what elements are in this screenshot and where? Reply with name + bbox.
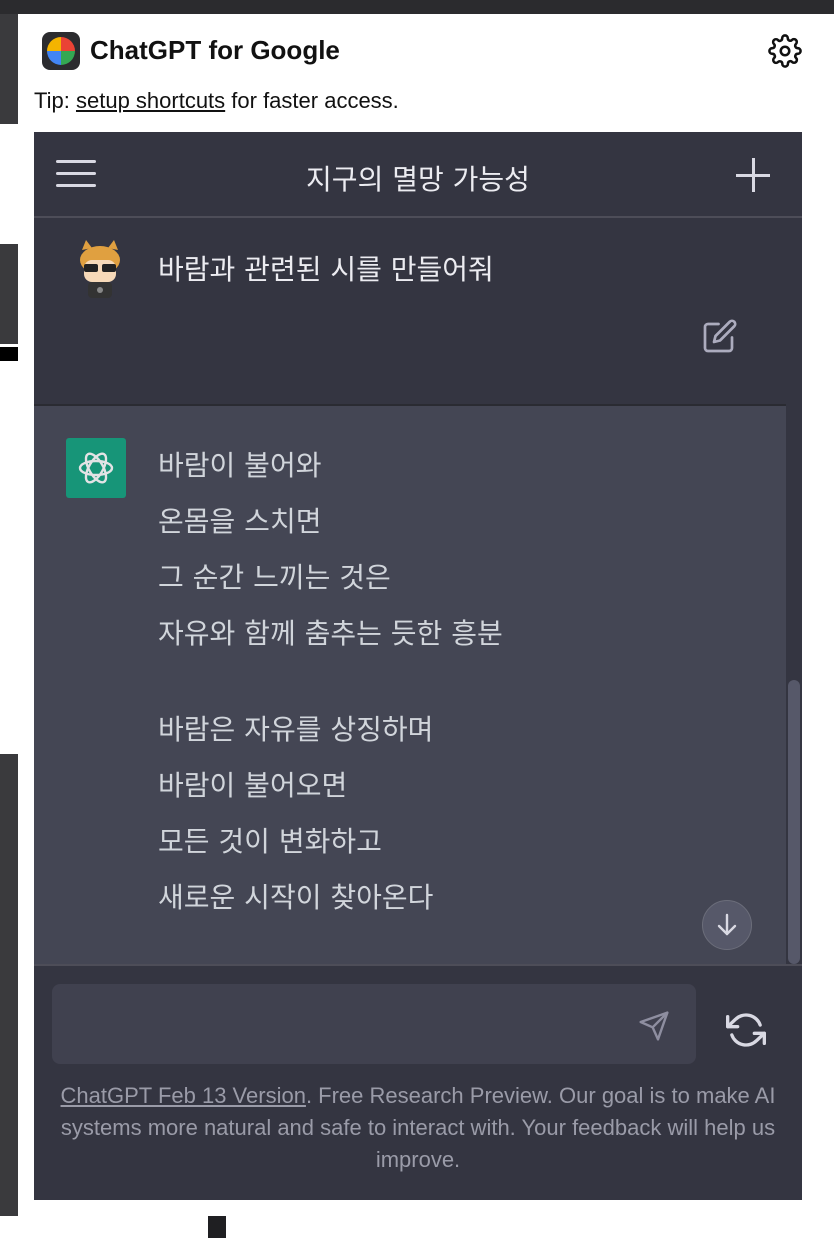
- assistant-message-text: 바람이 불어와 온몸을 스치면 그 순간 느끼는 것은 자유와 함께 춤추는 듯…: [158, 446, 503, 934]
- poem-line: 그 순간 느끼는 것은: [158, 561, 391, 594]
- poem-line: 자유와 함께 춤추는 듯한 흥분: [158, 617, 503, 650]
- message-input-box[interactable]: [52, 984, 696, 1064]
- version-link[interactable]: ChatGPT Feb 13 Version: [61, 1083, 306, 1108]
- user-message-text: 바람과 관련된 시를 만들어줘: [158, 253, 494, 286]
- popup-header: ChatGPT for Google: [42, 32, 802, 72]
- assistant-message-row: 바람이 불어와 온몸을 스치면 그 순간 느끼는 것은 자유와 함께 춤추는 듯…: [34, 404, 786, 966]
- openai-logo-icon: [66, 438, 126, 498]
- user-message-row: 바람과 관련된 시를 만들어줘: [34, 218, 802, 404]
- poem-line: 바람이 불어오면: [158, 769, 348, 802]
- browser-chrome-top: [0, 0, 834, 14]
- refresh-icon[interactable]: [726, 1010, 766, 1050]
- poem-line: 모든 것이 변화하고: [158, 825, 382, 858]
- gear-icon[interactable]: [768, 34, 802, 68]
- chat-panel: 지구의 멸망 가능성 바람과 관련된 시를 만들어줘 바람이 불어와 온몸을 스…: [34, 132, 802, 1200]
- chat-topbar: 지구의 멸망 가능성: [34, 132, 802, 218]
- arrow-down-icon: [717, 913, 737, 936]
- user-avatar: [80, 240, 120, 298]
- plus-icon[interactable]: [736, 156, 776, 196]
- scrollbar-thumb[interactable]: [788, 680, 800, 964]
- disclaimer-footer: ChatGPT Feb 13 Version. Free Research Pr…: [60, 1083, 776, 1172]
- background-page-left: [0, 14, 20, 1238]
- brain-logo-icon: [42, 32, 80, 70]
- poem-line: 온몸을 스치면: [158, 505, 322, 538]
- popup-title: ChatGPT for Google: [90, 35, 340, 65]
- edit-icon[interactable]: [702, 318, 738, 354]
- send-icon[interactable]: [638, 1010, 670, 1042]
- poem-line: 바람은 자유를 상징하며: [158, 713, 434, 746]
- tip-text: Tip: setup shortcuts for faster access.: [34, 88, 399, 113]
- extension-popup: ChatGPT for Google Tip: setup shortcuts …: [18, 14, 818, 1216]
- conversation-title: 지구의 멸망 가능성: [306, 163, 530, 196]
- scroll-to-bottom-button[interactable]: [702, 900, 752, 950]
- poem-line: 바람이 불어와: [158, 449, 322, 482]
- background-page-right: [818, 14, 834, 1238]
- background-page-bottom: [0, 1216, 834, 1238]
- poem-line: 새로운 시작이 찾아온다: [158, 881, 434, 914]
- composer-area: ChatGPT Feb 13 Version. Free Research Pr…: [34, 964, 802, 1200]
- message-input[interactable]: [66, 1004, 630, 1046]
- setup-shortcuts-link[interactable]: setup shortcuts: [76, 88, 225, 113]
